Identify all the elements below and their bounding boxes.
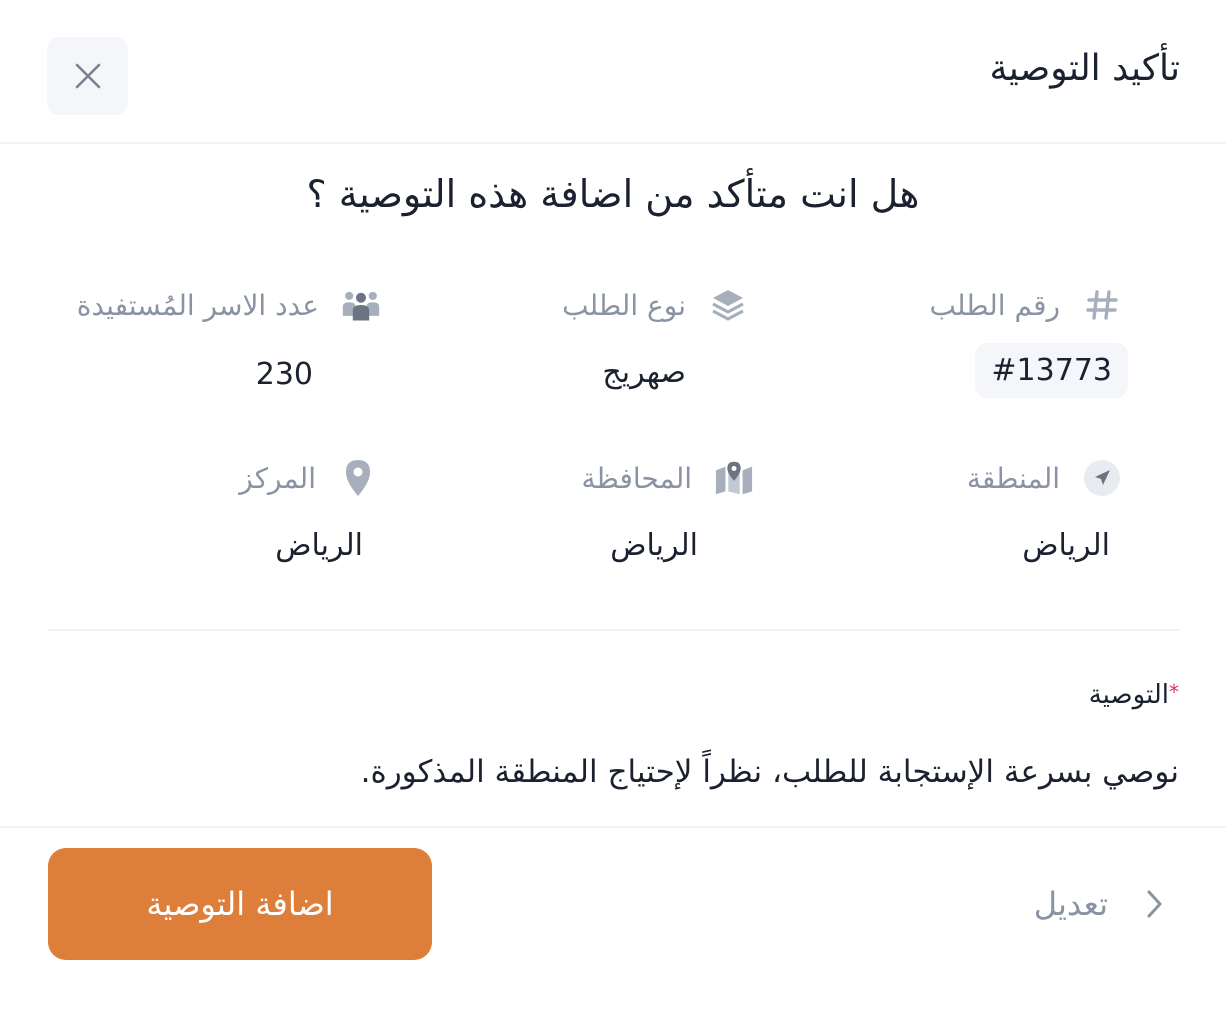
- center-field: المركز الرياض: [58, 458, 378, 578]
- region-label: المنطقة: [966, 461, 1060, 495]
- request-type-label: نوع الطلب: [562, 288, 686, 322]
- add-recommendation-button[interactable]: اضافة التوصية: [48, 848, 432, 960]
- request-number-value: #13773: [975, 343, 1128, 398]
- recommendation-label-text: التوصية: [1088, 680, 1169, 710]
- close-icon: [75, 63, 100, 89]
- edit-label: تعديل: [1033, 885, 1108, 923]
- edit-button[interactable]: تعديل: [1034, 884, 1174, 924]
- families-field: عدد الاسر المُستفيدة 230: [41, 285, 381, 415]
- users-icon: [341, 285, 381, 325]
- location-pin-icon: [338, 458, 378, 498]
- governorate-value: الرياض: [610, 528, 698, 563]
- map-icon: [714, 458, 754, 498]
- layers-icon: [708, 285, 748, 325]
- recommendation-label: *التوصية: [1089, 680, 1179, 710]
- dialog-header: تأكيد التوصية: [0, 0, 1226, 144]
- recommendation-text[interactable]: نوصي بسرعة الإستجابة للطلب، نظراً لإحتيا…: [361, 754, 1179, 790]
- governorate-field: المحافظة الرياض: [434, 458, 754, 578]
- dialog-title: تأكيد التوصية: [989, 48, 1181, 89]
- request-type-value: صهريج: [602, 355, 686, 390]
- region-value: الرياض: [1022, 528, 1110, 563]
- families-label: عدد الاسر المُستفيدة: [76, 288, 319, 322]
- navigation-icon: [1082, 458, 1122, 498]
- region-field: المنطقة الرياض: [802, 458, 1122, 578]
- required-mark: *: [1169, 680, 1179, 704]
- section-divider: [47, 629, 1179, 631]
- request-number-field: رقم الطلب #13773: [802, 285, 1128, 415]
- confirmation-question: هل انت متأكد من اضافة هذه التوصية ؟: [306, 172, 920, 216]
- request-type-field: نوع الطلب صهريج: [428, 285, 748, 415]
- center-value: الرياض: [275, 528, 363, 563]
- families-value: 230: [255, 357, 313, 392]
- close-button[interactable]: [47, 37, 128, 115]
- request-number-label: رقم الطلب: [929, 288, 1060, 322]
- hash-icon: [1082, 285, 1122, 325]
- chevron-left-icon: [1134, 884, 1174, 924]
- governorate-label: المحافظة: [581, 461, 692, 495]
- center-label: المركز: [239, 461, 316, 495]
